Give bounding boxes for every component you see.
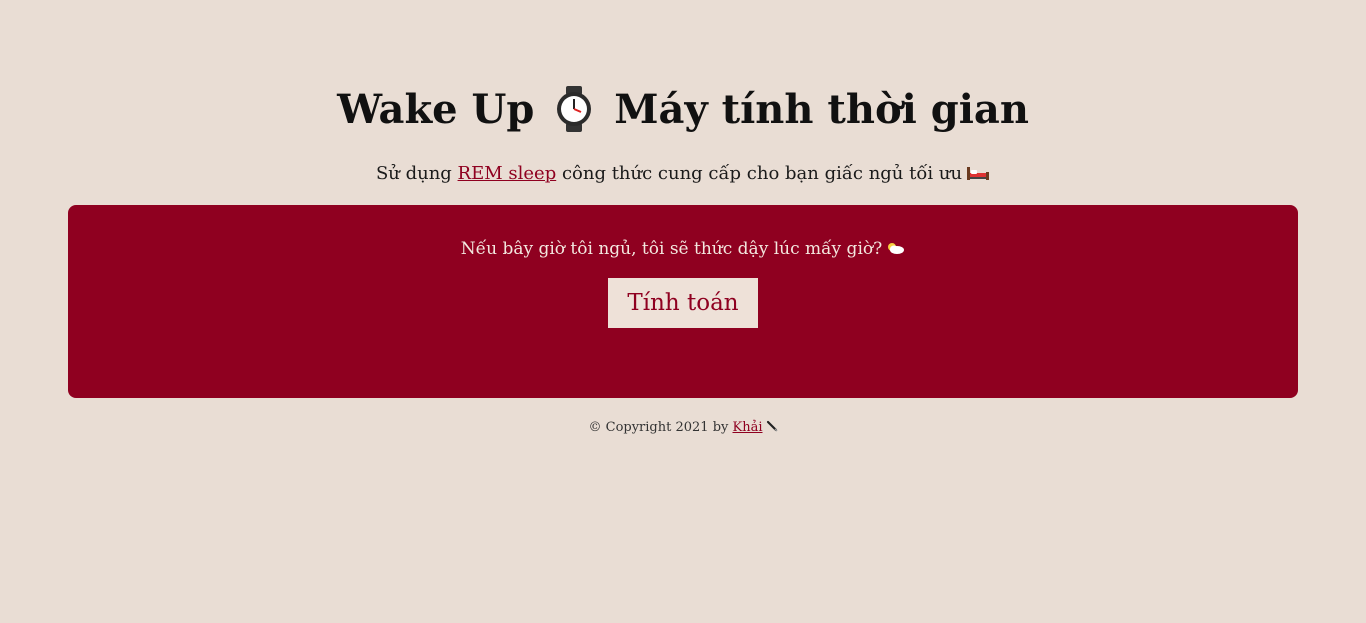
cloud-icon: [888, 243, 905, 254]
question-label: Nếu bây giờ tôi ngủ, tôi sẽ thức dậy lúc…: [460, 239, 883, 259]
pen-icon: [766, 420, 778, 432]
watch-icon: [557, 86, 592, 132]
title-part-1: Wake Up: [337, 86, 535, 133]
title-part-2: Máy tính thời gian: [614, 86, 1029, 133]
page: Wake Up Máy tính thời gian Sử dụng REM s…: [0, 0, 1366, 623]
subtitle-suffix: công thức cung cấp cho bạn giấc ngủ tối …: [556, 163, 963, 184]
footer-copyright: © Copyright 2021 by: [588, 420, 733, 435]
author-link[interactable]: Khải: [733, 420, 763, 435]
page-title: Wake Up Máy tính thời gian: [0, 82, 1366, 138]
question-text: Nếu bây giờ tôi ngủ, tôi sẽ thức dậy lúc…: [68, 237, 1298, 261]
subtitle: Sử dụng REM sleep công thức cung cấp cho…: [0, 160, 1366, 188]
footer: © Copyright 2021 by Khải: [0, 418, 1366, 438]
bed-icon: [967, 167, 990, 180]
subtitle-prefix: Sử dụng: [375, 163, 458, 184]
calculate-button[interactable]: Tính toán: [608, 278, 758, 328]
rem-sleep-link[interactable]: REM sleep: [458, 163, 557, 184]
calculator-card: Nếu bây giờ tôi ngủ, tôi sẽ thức dậy lúc…: [68, 205, 1298, 398]
